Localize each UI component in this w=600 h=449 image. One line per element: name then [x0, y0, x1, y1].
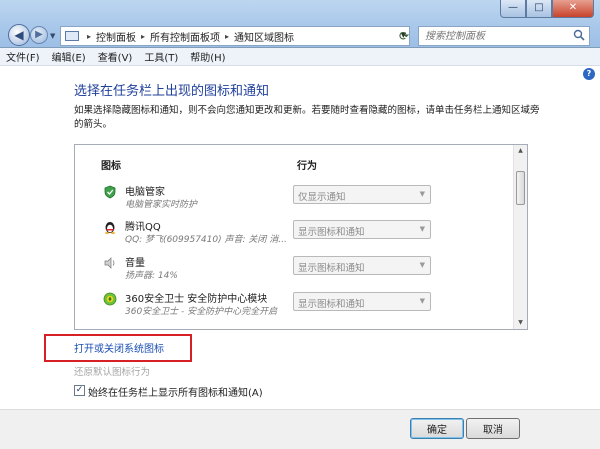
always-show-label[interactable]: 始终在任务栏上显示所有图标和通知(A)	[88, 384, 263, 399]
behavior-select[interactable]: 显示图标和通知 ▼	[293, 220, 431, 239]
menu-bar: 文件(F) 编辑(E) 查看(V) 工具(T) 帮助(H)	[0, 48, 600, 66]
search-box[interactable]	[418, 26, 590, 46]
menu-help[interactable]: 帮助(H)	[190, 49, 225, 64]
column-header-behavior: 行为	[297, 161, 317, 172]
breadcrumb-notification-icons[interactable]: 通知区域图标	[234, 29, 294, 44]
list-item: 音量 扬声器: 14% 显示图标和通知 ▼	[75, 252, 515, 286]
item-name: 360安全卫士 安全防护中心模块	[125, 294, 268, 305]
back-button[interactable]: ◀	[8, 24, 30, 46]
search-icon[interactable]	[573, 29, 585, 41]
menu-edit[interactable]: 编辑(E)	[52, 49, 86, 64]
ok-button[interactable]: 确定	[410, 418, 464, 439]
icon-list-panel: 图标 行为 电脑管家 电脑管家实时防护 仅显示通知 ▼ 腾讯QQ QQ: 梦飞(…	[74, 144, 528, 330]
behavior-value: 显示图标和通知	[298, 299, 365, 310]
breadcrumb-separator[interactable]: ▸	[141, 32, 145, 41]
arrow-left-icon: ◀	[14, 28, 24, 42]
breadcrumb-separator[interactable]: ▸	[225, 32, 229, 41]
maximize-button[interactable]: □	[526, 0, 552, 18]
item-subtitle: 360安全卫士 - 安全防护中心完全开启	[125, 307, 278, 317]
refresh-button[interactable]: ⟳	[396, 28, 412, 44]
column-header-icons: 图标	[101, 161, 121, 172]
chevron-down-icon: ▼	[419, 225, 425, 233]
behavior-select[interactable]: 仅显示通知 ▼	[293, 185, 431, 204]
scroll-thumb[interactable]	[516, 171, 525, 205]
menu-tools[interactable]: 工具(T)	[144, 49, 178, 64]
shield-icon	[104, 185, 116, 199]
help-icon[interactable]: ?	[583, 68, 595, 80]
behavior-value: 显示图标和通知	[298, 263, 365, 274]
item-name: 腾讯QQ	[125, 222, 161, 233]
behavior-value: 显示图标和通知	[298, 227, 365, 238]
item-name: 电脑管家	[125, 187, 165, 198]
360-guard-icon	[103, 292, 117, 306]
menu-view[interactable]: 查看(V)	[98, 49, 133, 64]
speaker-icon	[104, 257, 115, 269]
title-bar: — □ ✕ ◀ ▶ ▼ ▸ 控制面板 ▸ 所有控制面板项 ▸ 通知区域图标 ▼ …	[0, 0, 600, 48]
menu-file[interactable]: 文件(F)	[6, 49, 40, 64]
item-subtitle: 扬声器: 14%	[125, 271, 178, 281]
behavior-select[interactable]: 显示图标和通知 ▼	[293, 292, 431, 311]
system-icons-link[interactable]: 打开或关闭系统图标	[74, 340, 164, 355]
cancel-button[interactable]: 取消	[466, 418, 520, 439]
list-item: 360安全卫士 安全防护中心模块 360安全卫士 - 安全防护中心完全开启 显示…	[75, 288, 515, 322]
behavior-value: 仅显示通知	[298, 192, 346, 203]
item-subtitle: QQ: 梦飞(609957410) 声音: 关闭 消...	[125, 235, 287, 245]
address-bar[interactable]: ▸ 控制面板 ▸ 所有控制面板项 ▸ 通知区域图标 ▼	[60, 26, 410, 46]
scroll-down-button[interactable]: ▼	[514, 317, 527, 329]
list-item: 腾讯QQ QQ: 梦飞(609957410) 声音: 关闭 消... 显示图标和…	[75, 216, 515, 250]
breadcrumb-all-items[interactable]: 所有控制面板项	[150, 29, 220, 44]
restore-default-link[interactable]: 还原默认图标行为	[74, 364, 150, 378]
search-input[interactable]	[419, 27, 569, 45]
list-item: 电脑管家 电脑管家实时防护 仅显示通知 ▼	[75, 181, 515, 215]
page-description: 如果选择隐藏图标和通知，则不会向您通知更改和更新。若要随时查看隐藏的图标，请单击…	[74, 105, 540, 130]
always-show-checkbox[interactable]: ✓	[74, 385, 85, 396]
qq-penguin-icon	[105, 222, 115, 234]
breadcrumb-control-panel[interactable]: 控制面板	[96, 29, 136, 44]
chevron-down-icon: ▼	[419, 190, 425, 198]
arrow-right-icon: ▶	[35, 29, 43, 40]
page-title: 选择在任务栏上出现的图标和通知	[74, 84, 270, 99]
recent-pages-dropdown[interactable]: ▼	[50, 32, 55, 40]
close-button[interactable]: ✕	[552, 0, 594, 18]
list-scrollbar[interactable]: ▲ ▼	[513, 145, 527, 329]
chevron-down-icon: ▼	[419, 297, 425, 305]
computer-icon	[65, 31, 79, 41]
item-subtitle: 电脑管家实时防护	[125, 200, 198, 210]
breadcrumb-separator[interactable]: ▸	[87, 32, 91, 41]
chevron-down-icon: ▼	[419, 261, 425, 269]
scroll-up-button[interactable]: ▲	[514, 145, 527, 157]
dialog-footer: 确定 取消	[0, 409, 600, 449]
minimize-button[interactable]: —	[500, 0, 526, 18]
window-controls: — □ ✕	[500, 0, 594, 18]
refresh-icon: ⟳	[398, 29, 410, 43]
behavior-select[interactable]: 显示图标和通知 ▼	[293, 256, 431, 275]
item-name: 音量	[125, 258, 145, 269]
forward-button[interactable]: ▶	[30, 26, 48, 44]
